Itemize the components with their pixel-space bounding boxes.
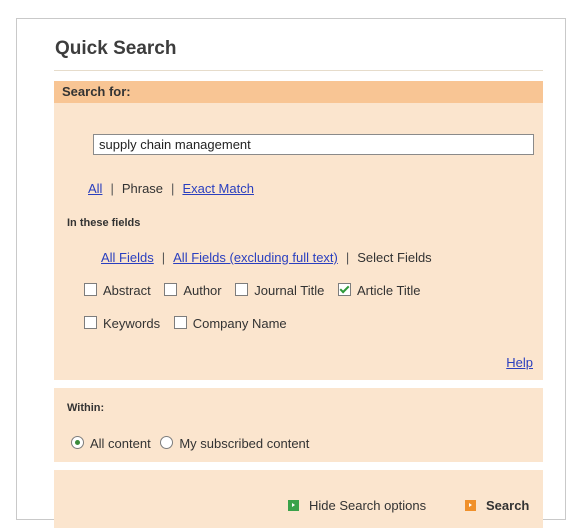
- search-button[interactable]: Search: [465, 498, 529, 513]
- checkbox-author-box[interactable]: [164, 283, 178, 296]
- search-for-label: Search for:: [62, 84, 131, 99]
- quick-search-frame: Quick Search Search for: All | Phrase | Exac…: [16, 18, 566, 528]
- search-query-input[interactable]: [93, 134, 534, 155]
- match-phrase-label[interactable]: Phrase: [122, 181, 163, 196]
- radio-subscribed-content-label: My subscribed content: [179, 436, 310, 451]
- hide-search-options-button[interactable]: Hide Search options: [288, 498, 426, 513]
- checkbox-article-title-box[interactable]: [337, 283, 351, 296]
- separator: |: [345, 250, 350, 265]
- checkbox-company-name-label: Company Name: [192, 316, 287, 331]
- separator: |: [110, 181, 114, 196]
- match-all-link[interactable]: All: [88, 181, 102, 196]
- scope-select-fields-label[interactable]: Select Fields: [357, 250, 431, 265]
- within-panel: Within: All content My subscribed conten…: [54, 388, 543, 462]
- within-options-row: All content My subscribed content: [71, 436, 309, 451]
- checkbox-company-name-box[interactable]: [173, 316, 187, 329]
- match-exact-link[interactable]: Exact Match: [182, 181, 254, 196]
- arrow-bullet-icon: [465, 500, 476, 511]
- checkbox-abstract-box[interactable]: [84, 283, 97, 296]
- checkbox-keywords-label: Keywords: [103, 316, 161, 331]
- field-checkbox-row-2: Keywords Company Name: [84, 316, 297, 331]
- radio-subscribed-content-button[interactable]: [160, 436, 174, 449]
- actions-panel: Hide Search options Search: [54, 470, 543, 528]
- checkbox-keywords[interactable]: Keywords: [84, 316, 160, 331]
- page-title: Quick Search: [55, 38, 177, 59]
- section-gap: [54, 462, 543, 470]
- checkbox-abstract-label: Abstract: [103, 283, 151, 298]
- radio-all-content-button[interactable]: [71, 436, 84, 449]
- field-checkbox-row-1: Abstract Author Journal Title Article Ti…: [84, 283, 431, 298]
- arrow-bullet-icon: [288, 500, 299, 511]
- checkbox-journal-title-label: Journal Title: [254, 283, 325, 298]
- hide-search-options-label: Hide Search options: [309, 498, 427, 513]
- separator: |: [171, 181, 175, 196]
- match-mode-row: All | Phrase | Exact Match: [88, 181, 254, 196]
- scope-excluding-full-text-link[interactable]: All Fields (excluding full text): [173, 250, 338, 265]
- search-button-label: Search: [486, 498, 530, 513]
- radio-all-content-label: All content: [90, 436, 151, 451]
- checkbox-article-title[interactable]: Article Title: [337, 283, 421, 298]
- checkbox-author[interactable]: Author: [164, 283, 222, 298]
- radio-subscribed-content[interactable]: My subscribed content: [160, 436, 309, 451]
- checkbox-journal-title-box[interactable]: [235, 283, 249, 296]
- title-divider: [54, 70, 543, 71]
- separator: |: [161, 250, 166, 265]
- checkbox-journal-title[interactable]: Journal Title: [235, 283, 324, 298]
- checkbox-abstract[interactable]: Abstract: [84, 283, 151, 298]
- search-for-header: Search for:: [54, 81, 543, 103]
- scope-all-fields-link[interactable]: All Fields: [101, 250, 154, 265]
- section-gap: [54, 380, 543, 388]
- checkbox-keywords-box[interactable]: [84, 316, 97, 329]
- checkbox-article-title-label: Article Title: [356, 283, 421, 298]
- radio-all-content[interactable]: All content: [71, 436, 151, 451]
- checkbox-company-name[interactable]: Company Name: [173, 316, 287, 331]
- help-link[interactable]: Help: [506, 355, 533, 370]
- search-options-panel: All | Phrase | Exact Match In these fields A…: [54, 103, 543, 380]
- within-section-label: Within:: [67, 402, 105, 414]
- checkbox-author-label: Author: [183, 283, 222, 298]
- field-scope-row: All Fields | All Fields (excluding full te…: [101, 250, 432, 265]
- fields-section-label: In these fields: [67, 217, 141, 229]
